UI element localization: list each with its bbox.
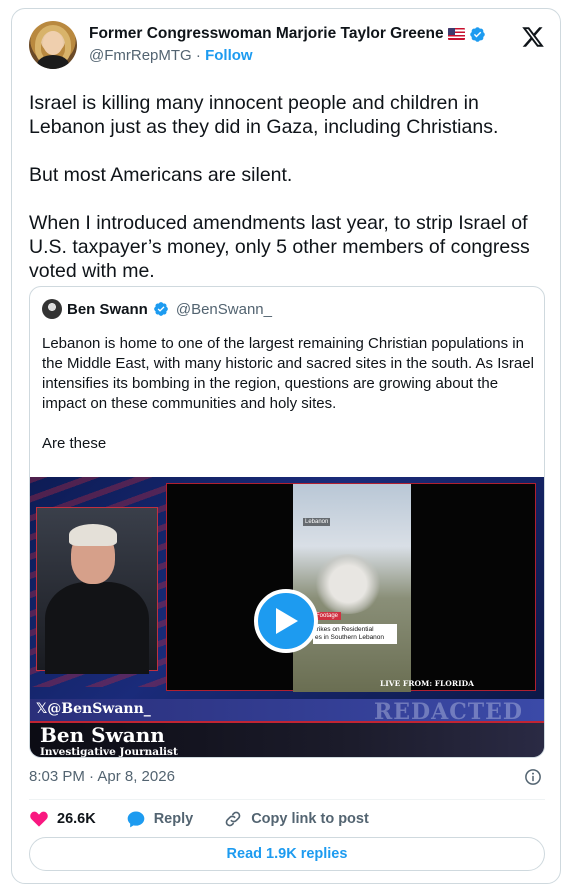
heart-icon xyxy=(30,811,48,827)
live-from-label: LIVE FROM: FLORIDA xyxy=(380,679,474,688)
video-player[interactable]: Lebanon Footage trikes on Residential es… xyxy=(30,477,544,758)
info-icon[interactable] xyxy=(524,768,542,786)
post-timestamp[interactable]: 8:03 PM · Apr 8, 2026 xyxy=(29,768,175,785)
play-icon xyxy=(276,608,298,634)
video-news-clip: Lebanon Footage trikes on Residential es… xyxy=(293,484,411,692)
lower-third-host-name: Ben Swann xyxy=(40,723,165,747)
lower-third-x-handle: 𝕏@BenSwann_ xyxy=(36,701,151,717)
x-logo-icon[interactable] xyxy=(521,25,545,49)
us-flag-icon xyxy=(447,28,465,40)
play-button[interactable] xyxy=(254,589,318,653)
lower-third-host-title: Investigative Journalist xyxy=(40,746,178,758)
embedded-post-card: Former Congresswoman Marjorie Taylor Gre… xyxy=(11,8,561,884)
quoted-post-text: Lebanon is home to one of the largest re… xyxy=(42,335,534,452)
quoted-post-header: Ben Swann @BenSwann_ xyxy=(42,299,272,319)
video-host-inset xyxy=(36,507,158,674)
clip-location-label: Lebanon xyxy=(303,518,331,526)
smoke-plume xyxy=(313,554,383,614)
author-display-name[interactable]: Former Congresswoman Marjorie Taylor Gre… xyxy=(89,25,444,43)
quoted-author-name: Ben Swann xyxy=(67,300,148,318)
copy-link-label: Copy link to post xyxy=(251,811,369,827)
clip-caption: trikes on Residential es in Southern Leb… xyxy=(313,624,397,644)
lower-third-handle-text: @BenSwann_ xyxy=(47,701,151,717)
author-avatar[interactable] xyxy=(29,21,77,69)
quoted-post[interactable]: Ben Swann @BenSwann_ Lebanon is home to … xyxy=(29,286,545,758)
quoted-author-handle: @BenSwann_ xyxy=(175,300,272,318)
speech-bubble-icon xyxy=(127,811,145,828)
post-text: Israel is killing many innocent people a… xyxy=(29,92,530,282)
separator-dot: · xyxy=(195,47,201,64)
reply-label: Reply xyxy=(153,811,194,827)
verified-badge-icon xyxy=(469,26,485,42)
post-actions: 26.6K Reply Copy link to post xyxy=(29,807,545,831)
link-icon xyxy=(225,811,241,827)
divider xyxy=(29,799,545,800)
reply-button[interactable]: Reply xyxy=(126,809,194,829)
follow-button[interactable]: Follow xyxy=(205,47,253,64)
quoted-author-avatar xyxy=(42,299,62,319)
video-center-frame: Lebanon Footage trikes on Residential es… xyxy=(166,483,536,692)
like-count: 26.6K xyxy=(57,811,96,827)
verified-badge-icon xyxy=(154,302,168,316)
like-button[interactable]: 26.6K xyxy=(29,809,96,829)
author-handle-row: @FmrRepMTG · Follow xyxy=(89,47,253,64)
post-header: Former Congresswoman Marjorie Taylor Gre… xyxy=(29,21,545,71)
read-replies-button[interactable]: Read 1.9K replies xyxy=(29,837,545,871)
author-name-row: Former Congresswoman Marjorie Taylor Gre… xyxy=(89,25,486,43)
copy-link-button[interactable]: Copy link to post xyxy=(223,809,369,829)
author-handle[interactable]: @FmrRepMTG xyxy=(89,47,192,64)
